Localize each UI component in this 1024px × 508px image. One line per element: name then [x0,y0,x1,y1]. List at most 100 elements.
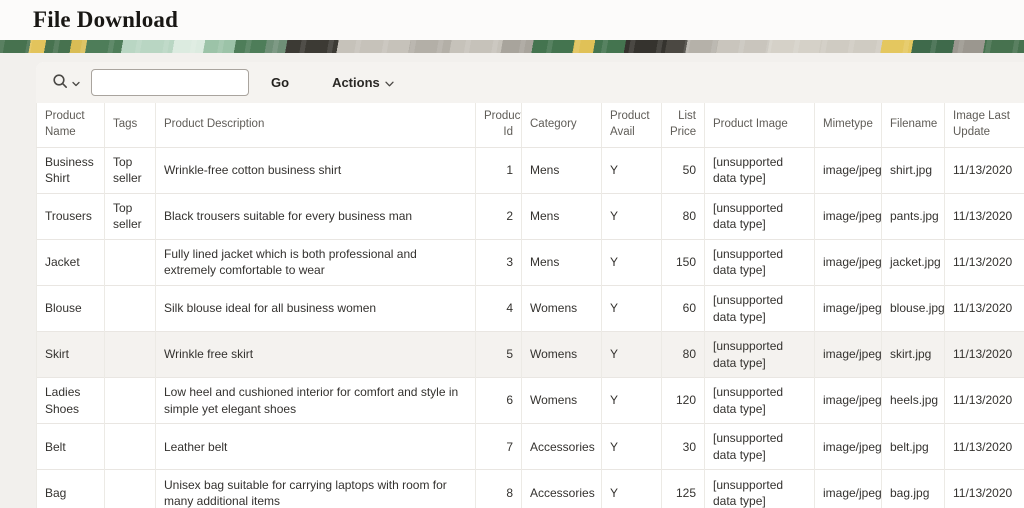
header-row: Product NameTagsProduct DescriptionProdu… [37,103,1024,147]
table-body: Business ShirtTop sellerWrinkle-free cot… [37,147,1024,508]
cell-product-avail: Y [602,470,662,508]
table-row: JacketFully lined jacket which is both p… [37,239,1024,285]
cell-product-image: [unsupported data type] [705,193,815,239]
search-input[interactable] [91,69,249,96]
cell-mimetype: image/jpeg [815,424,882,470]
cell-image-last-update: 11/13/2020 [945,239,1024,285]
cell-category: Mens [522,193,602,239]
column-header-list-price[interactable]: List Price [662,103,705,147]
cell-product-id: 1 [476,147,522,193]
cell-tags: Top seller [105,147,156,193]
column-header-tags[interactable]: Tags [105,103,156,147]
go-button[interactable]: Go [264,69,296,96]
cell-mimetype: image/jpeg [815,239,882,285]
page-header: File Download [0,0,1024,40]
cell-list-price: 150 [662,239,705,285]
cell-category: Womens [522,286,602,332]
column-header-product-name[interactable]: Product Name [37,103,105,147]
cell-mimetype: image/jpeg [815,378,882,424]
cell-category: Womens [522,332,602,378]
cell-product-description: Leather belt [156,424,476,470]
cell-product-avail: Y [602,424,662,470]
cell-image-last-update: 11/13/2020 [945,286,1024,332]
cell-product-avail: Y [602,286,662,332]
table-row: TrousersTop sellerBlack trousers suitabl… [37,193,1024,239]
table-row: Ladies Shoes Low heel and cushioned inter… [37,378,1024,424]
cell-product-id: 3 [476,239,522,285]
actions-button-label: Actions [332,75,380,90]
cell-product-name: Business Shirt [37,147,105,193]
cell-product-image: [unsupported data type] [705,378,815,424]
cell-product-avail: Y [602,378,662,424]
cell-product-image: [unsupported data type] [705,470,815,508]
cell-product-description: Wrinkle-free cotton business shirt [156,147,476,193]
actions-button[interactable]: Actions [328,69,398,96]
table-row: Business ShirtTop sellerWrinkle-free cot… [37,147,1024,193]
cell-product-id: 8 [476,470,522,508]
cell-product-id: 4 [476,286,522,332]
cell-product-name: Belt [37,424,105,470]
column-header-filename[interactable]: Filename [882,103,945,147]
cell-tags [105,470,156,508]
cell-product-name: Skirt [37,332,105,378]
decorative-banner [0,40,1024,53]
cell-filename: shirt.jpg [882,147,945,193]
table-row: Blouse Silk blouse ideal for all business… [37,286,1024,332]
cell-product-name: Blouse [37,286,105,332]
cell-product-name: Jacket [37,239,105,285]
column-header-image-last-update[interactable]: Image Last Update [945,103,1024,147]
cell-mimetype: image/jpeg [815,286,882,332]
cell-image-last-update: 11/13/2020 [945,147,1024,193]
cell-list-price: 120 [662,378,705,424]
cell-product-id: 6 [476,378,522,424]
cell-product-name: Bag [37,470,105,508]
cell-filename: belt.jpg [882,424,945,470]
cell-product-image: [unsupported data type] [705,286,815,332]
cell-category: Womens [522,378,602,424]
table-row: BagUnisex bag suitable for carrying lapt… [37,470,1024,508]
column-header-product-image[interactable]: Product Image [705,103,815,147]
cell-filename: heels.jpg [882,378,945,424]
cell-list-price: 125 [662,470,705,508]
cell-list-price: 80 [662,332,705,378]
cell-tags [105,424,156,470]
cell-mimetype: image/jpeg [815,470,882,508]
chevron-down-icon [385,75,394,90]
cell-tags: Top seller [105,193,156,239]
cell-product-avail: Y [602,239,662,285]
cell-category: Mens [522,147,602,193]
column-header-product-avail[interactable]: Product Avail [602,103,662,147]
cell-product-image: [unsupported data type] [705,239,815,285]
cell-filename: bag.jpg [882,470,945,508]
table-row: SkirtWrinkle free skirt5WomensY80[unsupp… [37,332,1024,378]
cell-category: Mens [522,239,602,285]
cell-list-price: 80 [662,193,705,239]
cell-category: Accessories [522,470,602,508]
cell-filename: blouse.jpg [882,286,945,332]
column-header-category[interactable]: Category [522,103,602,147]
search-icon [52,73,69,93]
search-toolbar: Go Actions [36,62,1024,103]
interactive-report-region: Go Actions Product NameTagsProduct Descr… [36,62,1024,508]
column-header-product-id[interactable]: Product Id [476,103,522,147]
cell-product-name: Ladies Shoes [37,378,105,424]
table-row: BeltLeather belt7AccessoriesY30[unsuppor… [37,424,1024,470]
cell-product-description: Low heel and cushioned interior for comf… [156,378,476,424]
cell-image-last-update: 11/13/2020 [945,332,1024,378]
cell-product-description: Wrinkle free skirt [156,332,476,378]
column-header-product-description[interactable]: Product Description [156,103,476,147]
cell-product-description: Black trousers suitable for every busine… [156,193,476,239]
cell-image-last-update: 11/13/2020 [945,378,1024,424]
page-title: File Download [33,7,178,33]
column-header-mimetype[interactable]: Mimetype [815,103,882,147]
search-column-selector[interactable] [50,71,82,95]
cell-product-avail: Y [602,193,662,239]
cell-product-id: 5 [476,332,522,378]
cell-product-description: Silk blouse ideal for all business women [156,286,476,332]
cell-filename: skirt.jpg [882,332,945,378]
cell-tags [105,286,156,332]
cell-filename: pants.jpg [882,193,945,239]
chevron-down-icon [72,75,80,90]
cell-image-last-update: 11/13/2020 [945,470,1024,508]
cell-list-price: 50 [662,147,705,193]
